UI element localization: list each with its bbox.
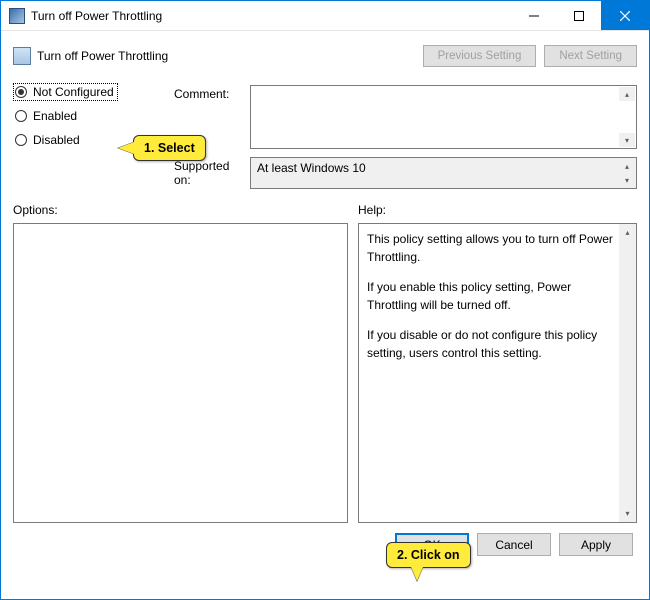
scroll-down-icon[interactable]: ▾ xyxy=(619,133,635,147)
help-pane: This policy setting allows you to turn o… xyxy=(358,223,637,523)
radio-dot-icon xyxy=(15,110,27,122)
titlebar: Turn off Power Throttling xyxy=(1,1,649,31)
annotation-callout-2: 2. Click on xyxy=(386,542,471,568)
radio-label: Enabled xyxy=(33,109,77,123)
help-text: If you enable this policy setting, Power… xyxy=(367,278,616,314)
cancel-button[interactable]: Cancel xyxy=(477,533,551,556)
radio-dot-icon xyxy=(15,86,27,98)
close-button[interactable] xyxy=(601,1,649,30)
minimize-button[interactable] xyxy=(511,1,556,30)
scrollbar[interactable]: ▴ ▾ xyxy=(619,224,636,522)
scroll-up-icon[interactable]: ▴ xyxy=(619,224,636,241)
window-title: Turn off Power Throttling xyxy=(31,9,511,23)
window-controls xyxy=(511,1,649,30)
apply-button[interactable]: Apply xyxy=(559,533,633,556)
policy-title: Turn off Power Throttling xyxy=(37,49,168,63)
scroll-up-icon[interactable]: ▴ xyxy=(619,159,635,173)
previous-setting-button[interactable]: Previous Setting xyxy=(423,45,537,67)
options-pane xyxy=(13,223,348,523)
supported-on-text: At least Windows 10 xyxy=(257,161,366,175)
app-icon xyxy=(9,8,25,24)
comment-textarea[interactable]: ▴ ▾ xyxy=(250,85,637,149)
help-text: This policy setting allows you to turn o… xyxy=(367,230,616,266)
radio-dot-icon xyxy=(15,134,27,146)
scroll-track[interactable] xyxy=(619,241,636,505)
options-label: Options: xyxy=(13,203,358,217)
comment-label: Comment: xyxy=(174,85,244,101)
help-label: Help: xyxy=(358,203,637,217)
radio-enabled[interactable]: Enabled xyxy=(15,109,168,123)
scroll-up-icon[interactable]: ▴ xyxy=(619,87,635,101)
radio-not-configured[interactable]: Not Configured xyxy=(15,85,116,99)
scroll-down-icon[interactable]: ▾ xyxy=(619,505,636,522)
scrollbar[interactable]: ▴ ▾ xyxy=(619,159,635,187)
radio-label: Not Configured xyxy=(33,85,114,99)
scroll-down-icon[interactable]: ▾ xyxy=(619,173,635,187)
maximize-button[interactable] xyxy=(556,1,601,30)
annotation-callout-1: 1. Select xyxy=(133,135,206,161)
scrollbar[interactable]: ▴ ▾ xyxy=(619,87,635,147)
policy-icon xyxy=(13,47,31,65)
supported-label: Supported on: xyxy=(174,157,244,189)
help-text: If you disable or do not configure this … xyxy=(367,326,616,362)
radio-label: Disabled xyxy=(33,133,80,147)
supported-on-field: At least Windows 10 ▴ ▾ xyxy=(250,157,637,189)
next-setting-button[interactable]: Next Setting xyxy=(544,45,637,67)
